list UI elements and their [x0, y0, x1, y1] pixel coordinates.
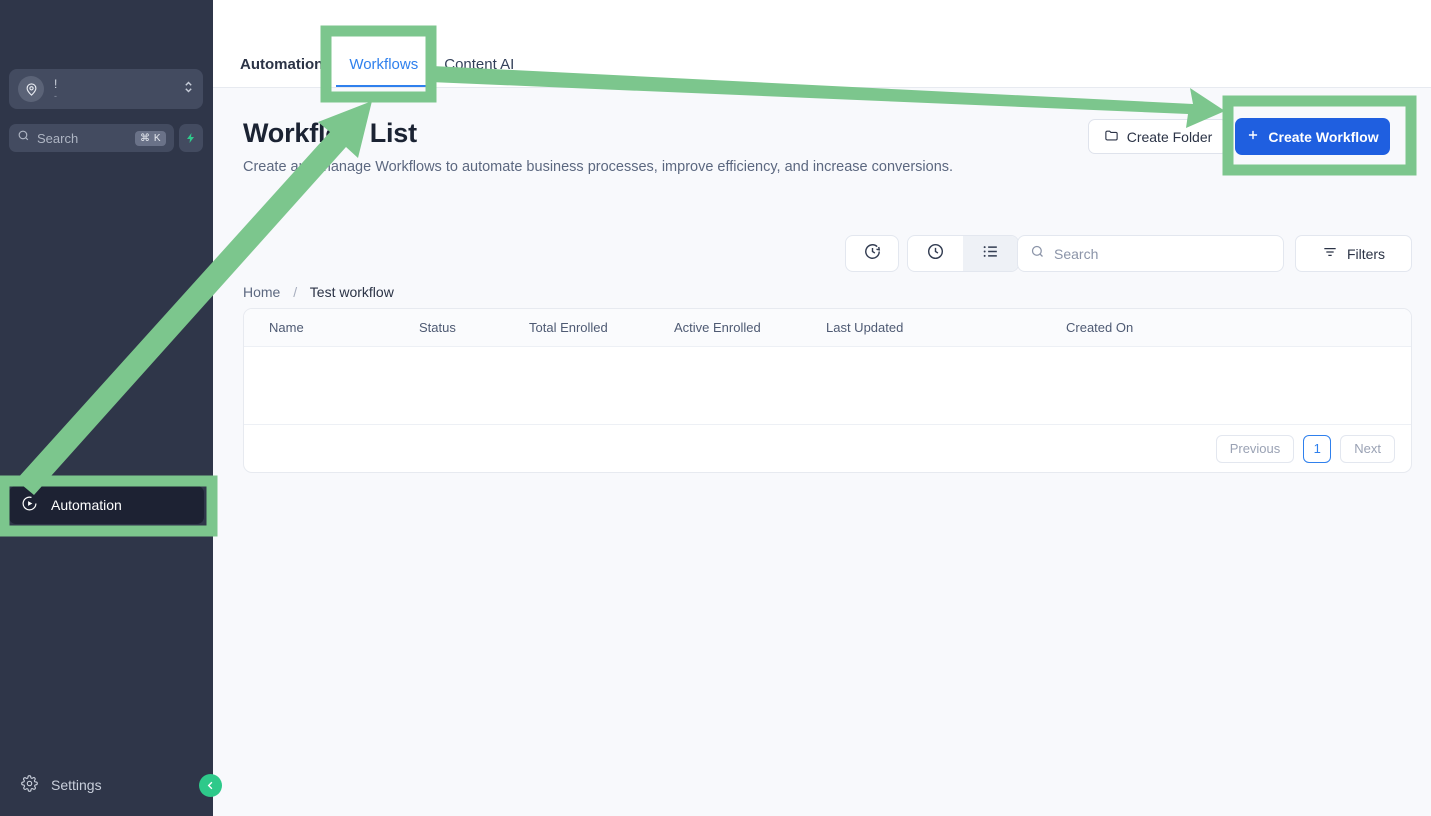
pagination-next-button[interactable]: Next [1340, 434, 1395, 463]
create-folder-label: Create Folder [1126, 128, 1213, 145]
main-content: Automation Workflows Content AI Workflow… [213, 0, 1431, 816]
location-sub: - [54, 90, 57, 101]
location-name: ! [54, 77, 58, 91]
sidebar: ! - Search ⌘ K Automation Settings [0, 0, 222, 816]
location-name-wrap: ! - [54, 78, 183, 101]
sidebar-item-label-automation: Automation [51, 497, 122, 513]
gear-icon [21, 775, 38, 795]
folder-icon [1104, 128, 1119, 146]
tab-bar: Automation Workflows Content AI [227, 31, 527, 87]
chevron-left-icon[interactable] [199, 774, 222, 797]
table-search-input[interactable]: Search [1017, 235, 1284, 272]
clock-icon [926, 242, 945, 266]
play-circle-icon [21, 495, 38, 515]
column-header-status: Status [419, 320, 456, 335]
sidebar-search-input[interactable]: Search ⌘ K [9, 124, 174, 152]
column-header-active-enrolled: Active Enrolled [674, 320, 761, 335]
tab-workflows[interactable]: Workflows [336, 56, 432, 87]
column-header-name: Name [269, 320, 304, 335]
top-bar: Automation Workflows Content AI [213, 0, 1431, 88]
plus-icon [1246, 128, 1260, 145]
table-header-row: Name Status Total Enrolled Active Enroll… [244, 309, 1411, 347]
app-root: ! - Search ⌘ K Automation Settings Autom… [0, 0, 1431, 816]
lightning-bolt-icon[interactable] [179, 124, 203, 152]
page-description: Create and manage Workflows to automate … [243, 159, 954, 175]
column-header-last-updated: Last Updated [826, 320, 904, 335]
list-icon [981, 242, 1000, 266]
table-body-empty [244, 347, 1411, 424]
workflow-table: Name Status Total Enrolled Active Enroll… [243, 308, 1412, 473]
search-shortcut-badge: ⌘ K [135, 130, 166, 146]
sidebar-item-automation[interactable]: Automation [9, 486, 204, 524]
tab-content-ai[interactable]: Content AI [431, 56, 527, 87]
filters-button[interactable]: Filters [1295, 235, 1412, 272]
view-toggle-list-button[interactable] [963, 236, 1018, 271]
breadcrumb-separator: / [293, 284, 298, 300]
view-toggle-history-button[interactable] [845, 235, 899, 272]
page-title: Workflow List [243, 118, 417, 148]
location-pin-icon [18, 76, 44, 102]
create-workflow-label: Create Workflow [1268, 128, 1379, 145]
breadcrumb: Home / Test workflow [243, 284, 394, 300]
chevron-up-down-icon [183, 78, 194, 101]
column-header-created-on: Created On [1066, 320, 1134, 335]
view-toggle-group [907, 235, 1019, 272]
sidebar-item-label-settings: Settings [51, 777, 102, 793]
filters-label: Filters [1346, 245, 1386, 262]
create-folder-button[interactable]: Create Folder [1088, 119, 1228, 154]
search-icon [17, 129, 30, 147]
sidebar-search-placeholder: Search [37, 130, 79, 146]
tab-automation[interactable]: Automation [227, 56, 336, 87]
clock-arrow-icon [863, 242, 882, 266]
location-switcher[interactable]: ! - [9, 69, 203, 109]
view-toggle-clock-button[interactable] [908, 236, 963, 271]
table-search-placeholder: Search [1054, 245, 1099, 262]
filter-icon [1322, 244, 1338, 263]
create-workflow-button[interactable]: Create Workflow [1235, 118, 1390, 155]
breadcrumb-home[interactable]: Home [243, 284, 280, 300]
pagination-previous-button[interactable]: Previous [1215, 434, 1295, 463]
sidebar-item-settings[interactable]: Settings [9, 766, 204, 804]
search-icon [1030, 244, 1045, 264]
pagination-page-1-button[interactable]: 1 [1303, 434, 1332, 463]
column-header-total-enrolled: Total Enrolled [529, 320, 608, 335]
breadcrumb-current: Test workflow [309, 284, 394, 300]
table-pagination: Previous 1 Next [244, 424, 1411, 472]
